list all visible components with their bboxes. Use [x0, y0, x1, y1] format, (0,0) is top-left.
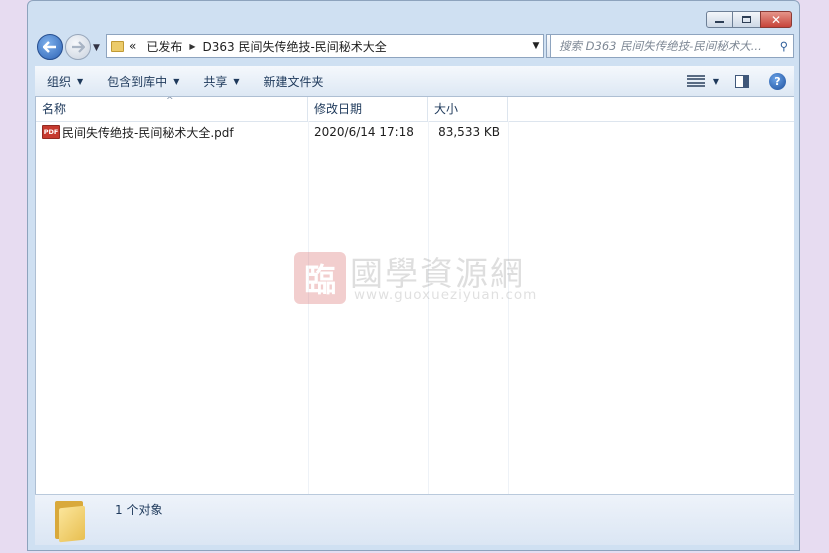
back-button[interactable]: [37, 34, 63, 60]
file-name: 民间失传绝技-民间秘术大全.pdf: [62, 125, 234, 140]
chevron-down-icon: ▼: [233, 76, 240, 86]
breadcrumb-item[interactable]: 已发布: [141, 38, 187, 55]
column-divider: [508, 121, 509, 494]
column-headers: ^ 名称 修改日期 大小: [36, 97, 794, 122]
share-label: 共享: [203, 74, 228, 89]
new-folder-label: 新建文件夹: [263, 74, 324, 89]
file-modified: 2020/6/14 17:18: [314, 125, 414, 139]
help-icon[interactable]: ?: [769, 72, 786, 90]
watermark-seal: 臨: [294, 252, 346, 304]
recent-pages-dropdown[interactable]: ▼: [93, 43, 100, 53]
address-dropdown-icon[interactable]: ▼: [529, 41, 543, 51]
navigation-bar: ▼ « 已发布 ▶ D363 民间失传绝技-民间秘术大全 ▼ ⇆ 搜索 D363…: [28, 31, 799, 64]
maximize-button[interactable]: [733, 11, 760, 28]
watermark-title: 國學資源網: [350, 254, 525, 293]
back-arrow-icon: [43, 41, 56, 53]
minimize-button[interactable]: [706, 11, 733, 28]
column-header-size[interactable]: 大小: [428, 97, 508, 121]
column-header-name[interactable]: ^ 名称: [36, 97, 308, 121]
caption-buttons: ✕: [706, 11, 792, 28]
chevron-down-icon: ▼: [93, 43, 100, 53]
file-row[interactable]: PDF 民间失传绝技-民间秘术大全.pdf 2020/6/14 17:18 83…: [36, 121, 508, 143]
address-bar[interactable]: « 已发布 ▶ D363 民间失传绝技-民间秘术大全 ▼: [106, 34, 544, 58]
include-library-label: 包含到库中: [107, 74, 168, 89]
details-pane: 1 个对象: [35, 494, 794, 545]
search-placeholder: 搜索 D363 民间失传绝技-民间秘术大...: [559, 39, 762, 53]
search-icon[interactable]: ⚲: [775, 39, 793, 53]
explorer-window: ✕ ▼ « 已发布 ▶ D363 民间失传绝技-民间秘术大全 ▼ ⇆ 搜索 D3…: [27, 0, 800, 551]
pdf-file-icon: PDF: [42, 125, 60, 139]
item-count: 1 个对象: [115, 503, 163, 517]
column-label: 大小: [434, 102, 459, 116]
chevron-down-icon: ▼: [77, 76, 84, 86]
minimize-icon: [715, 21, 724, 23]
change-view-icon[interactable]: [686, 74, 705, 88]
new-folder-button[interactable]: 新建文件夹: [252, 73, 336, 90]
share-button[interactable]: 共享 ▼: [191, 73, 251, 90]
search-input[interactable]: 搜索 D363 民间失传绝技-民间秘术大... ⚲: [550, 34, 794, 58]
file-name-cell: PDF 民间失传绝技-民间秘术大全.pdf: [36, 124, 308, 141]
view-options-dropdown-icon[interactable]: ▼: [713, 77, 719, 86]
forward-button[interactable]: [65, 34, 91, 60]
organize-label: 组织: [47, 74, 72, 89]
include-in-library-button[interactable]: 包含到库中 ▼: [95, 73, 191, 90]
command-bar: 组织 ▼ 包含到库中 ▼ 共享 ▼ 新建文件夹 ▼ ?: [35, 66, 794, 97]
close-button[interactable]: ✕: [760, 11, 792, 28]
preview-pane-icon[interactable]: [735, 74, 749, 88]
column-header-date[interactable]: 修改日期: [308, 97, 428, 121]
breadcrumb-separator-icon[interactable]: ▶: [187, 42, 197, 51]
watermark-url: www.guoxueziyuan.com: [354, 287, 538, 303]
chevron-down-icon: ▼: [173, 76, 180, 86]
breadcrumb-item[interactable]: D363 民间失传绝技-民间秘术大全: [198, 38, 392, 55]
toolbar-right-group: ▼ ?: [686, 72, 786, 90]
column-label: 修改日期: [314, 102, 363, 116]
organize-button[interactable]: 组织 ▼: [35, 73, 95, 90]
folder-icon: [111, 40, 124, 52]
column-divider: [428, 121, 429, 494]
close-icon: ✕: [770, 12, 782, 27]
file-size: 83,533 KB: [438, 125, 500, 139]
file-list[interactable]: ^ 名称 修改日期 大小 PDF 民间失传绝技-民间秘术大全.pdf 2020/6…: [35, 97, 794, 494]
title-bar[interactable]: ✕: [28, 1, 799, 31]
folder-icon: [53, 501, 87, 543]
column-label: 名称: [42, 102, 67, 116]
forward-arrow-icon: [72, 41, 85, 53]
maximize-icon: [742, 16, 751, 23]
sort-ascending-icon: ^: [166, 97, 174, 106]
column-divider: [308, 121, 309, 494]
breadcrumb-overflow[interactable]: «: [124, 39, 141, 53]
